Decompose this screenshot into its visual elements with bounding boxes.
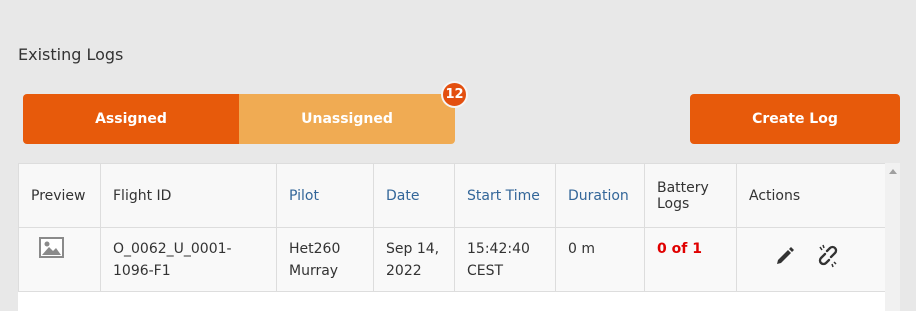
column-header-flight-id: Flight ID — [100, 163, 277, 228]
tab-unassigned[interactable]: Unassigned — [239, 94, 455, 144]
battery-header-line2: Logs — [657, 195, 690, 212]
preview-cell — [18, 227, 101, 292]
scroll-up-arrow-icon[interactable] — [889, 169, 897, 174]
pilot-line2: Murray — [289, 263, 339, 279]
flight-id-line2: 1096-F1 — [113, 263, 171, 279]
date-line2: 2022 — [386, 263, 422, 279]
column-header-duration[interactable]: Duration — [555, 163, 645, 228]
start-time-line1: 15:42:40 — [467, 241, 530, 257]
date-cell: Sep 14, 2022 — [373, 227, 455, 292]
table-header-row: Preview Flight ID Pilot Date Start Time … — [18, 163, 885, 228]
logs-table: Preview Flight ID Pilot Date Start Time … — [18, 163, 885, 292]
pilot-cell: Het260 Murray — [276, 227, 374, 292]
duration-cell: 0 m — [555, 227, 645, 292]
column-header-date[interactable]: Date — [373, 163, 455, 228]
log-filter-tabs: Assigned Unassigned — [23, 94, 455, 144]
actions-cell — [736, 227, 885, 292]
flight-id-line1: O_0062_U_0001- — [113, 241, 232, 257]
date-line1: Sep 14, — [386, 241, 440, 257]
column-header-pilot[interactable]: Pilot — [276, 163, 374, 228]
table-row: O_0062_U_0001- 1096-F1 Het260 Murray Sep… — [18, 227, 885, 292]
section-title: Existing Logs — [18, 45, 124, 64]
flight-id-cell: O_0062_U_0001- 1096-F1 — [100, 227, 277, 292]
create-log-button[interactable]: Create Log — [690, 94, 900, 144]
table-scrollbar[interactable] — [885, 163, 900, 311]
start-time-cell: 15:42:40 CEST — [454, 227, 556, 292]
column-header-battery-logs: Battery Logs — [644, 163, 737, 228]
start-time-line2: CEST — [467, 263, 504, 279]
image-icon[interactable] — [39, 237, 64, 265]
unassigned-count-badge: 12 — [441, 81, 468, 108]
logs-table-container: Preview Flight ID Pilot Date Start Time … — [18, 163, 885, 311]
unlink-icon[interactable] — [817, 244, 839, 275]
column-header-actions: Actions — [736, 163, 885, 228]
pilot-line1: Het260 — [289, 241, 341, 257]
tab-assigned[interactable]: Assigned — [23, 94, 239, 144]
column-header-start-time[interactable]: Start Time — [454, 163, 556, 228]
column-header-preview: Preview — [18, 163, 101, 228]
pencil-icon[interactable] — [775, 246, 795, 273]
battery-logs-cell[interactable]: 0 of 1 — [644, 227, 737, 292]
battery-header-line1: Battery — [657, 179, 709, 196]
